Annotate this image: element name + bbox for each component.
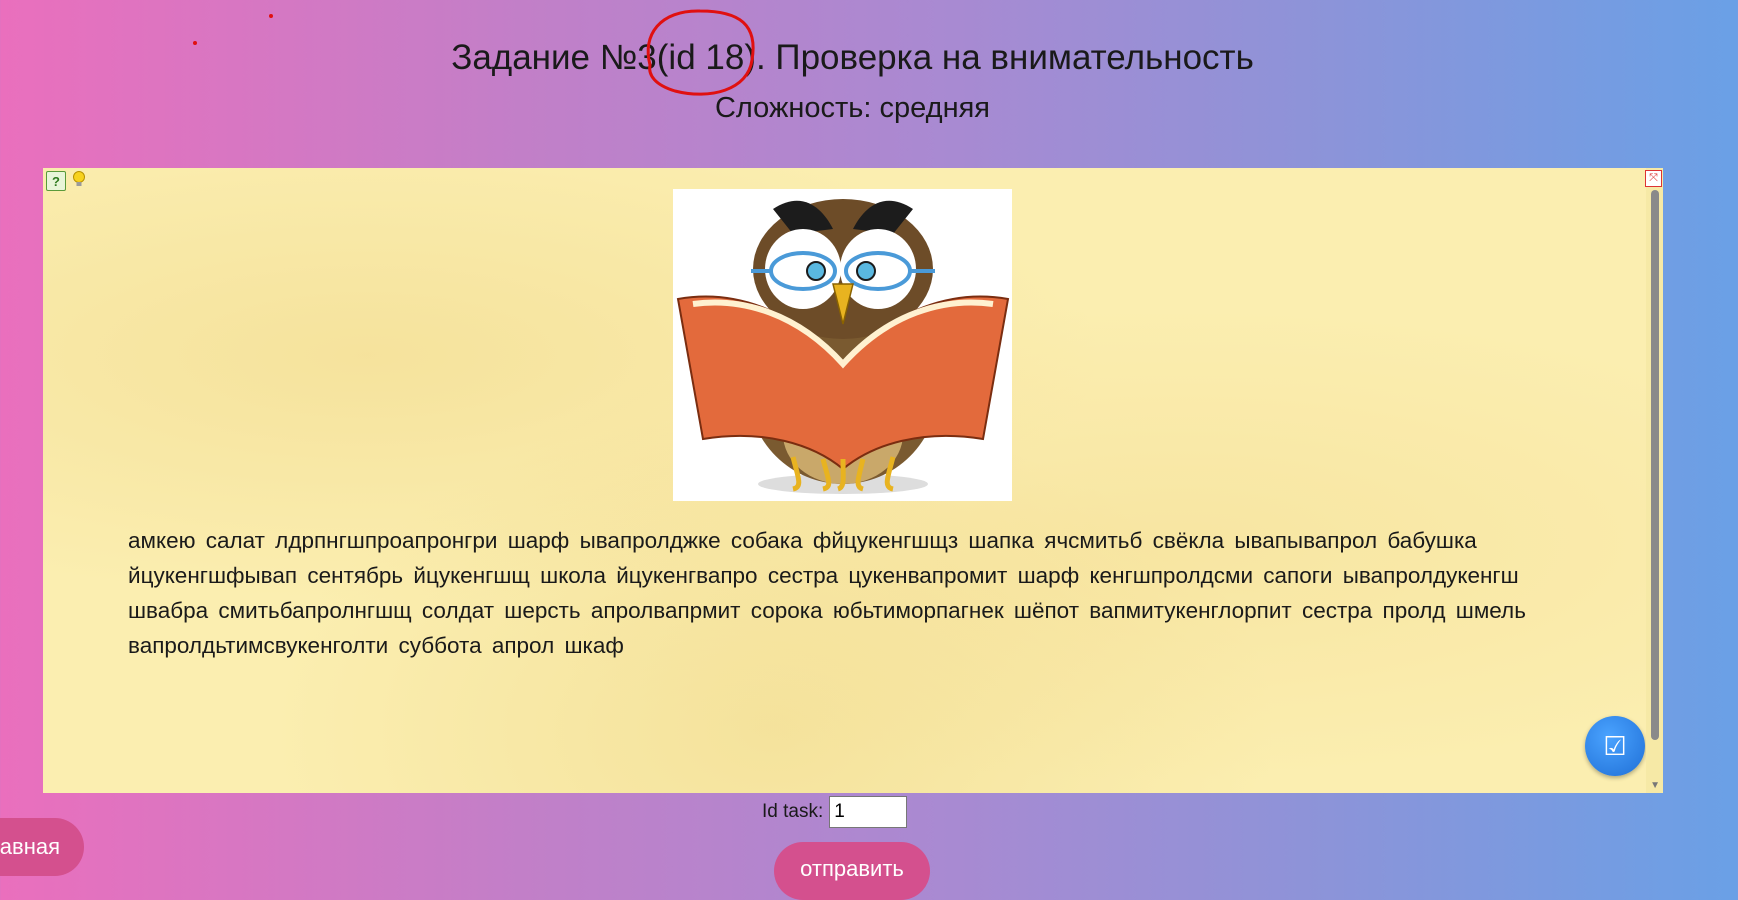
owl-reading-book-image [673,189,1012,501]
panel-scrollbar[interactable]: ⤧ ▼ [1645,168,1663,793]
page-title: Задание №3(id 18). Проверка на вниматель… [451,38,1254,77]
send-button[interactable]: отправить [774,842,930,900]
checkmark-icon: ☑ [1603,730,1627,761]
difficulty-subtitle: Сложность: средняя [714,92,990,124]
id-task-label: Id task: [762,801,824,822]
id-task-field-group: Id task: [762,794,908,830]
scroll-down-icon[interactable]: ▼ [1650,780,1660,791]
red-ink-dot [193,41,197,45]
task-panel: ? амкею салат лдрпнгшпроапронгри шарф ыв… [43,168,1663,793]
task-word-list: амкею салат лдрпнгшпроапронгри шарф ывап… [128,528,1526,658]
home-button[interactable]: авная [0,818,84,876]
fullscreen-icon[interactable]: ⤧ [1645,170,1662,187]
help-icon[interactable]: ? [46,171,66,191]
lightbulb-icon[interactable] [70,171,88,189]
scroll-thumb[interactable] [1651,190,1659,740]
check-answer-button[interactable]: ☑ [1585,716,1645,776]
red-ink-dot [269,14,273,18]
id-task-input[interactable] [829,796,908,828]
red-annotation-circle [646,9,755,96]
panel-toolbar: ? [46,171,88,191]
